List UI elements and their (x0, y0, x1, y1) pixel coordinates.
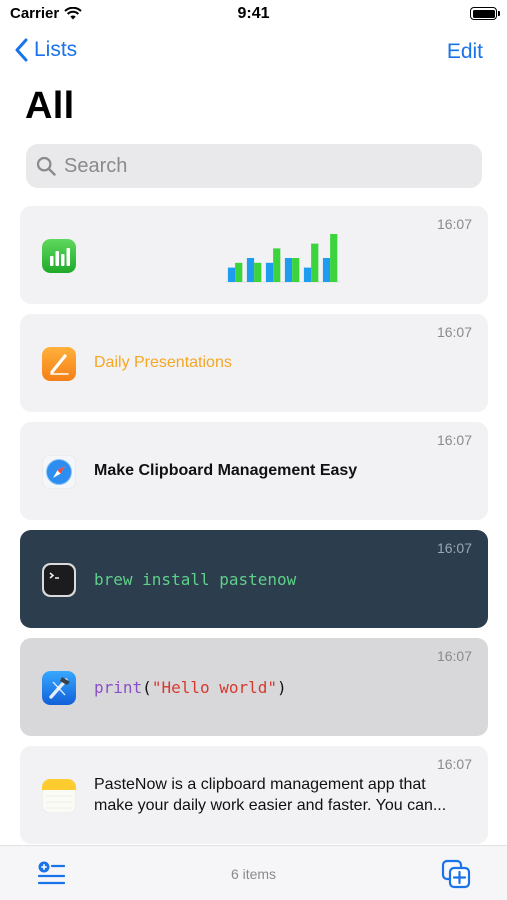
chart-bar (311, 243, 319, 282)
item-time: 16:07 (436, 216, 472, 232)
item-text: Daily Presentations (94, 354, 232, 371)
page-title: All (25, 85, 75, 127)
list-item[interactable]: 16:07 Make Clipboard Management Easy (20, 422, 488, 520)
list-item[interactable]: 16:07 Daily Presentations (20, 314, 488, 412)
item-text-line: make your daily work easier and faster. … (94, 797, 447, 814)
chart-bar (246, 258, 255, 282)
chart-thumbnail (216, 218, 344, 300)
item-content: print("Hello world") (94, 638, 468, 736)
chart-bar (322, 258, 331, 282)
notes-icon (42, 779, 76, 813)
pages-icon (42, 347, 76, 381)
chevron-left-icon (15, 38, 28, 62)
chart-bar (303, 267, 312, 282)
item-content: Make Clipboard Management Easy (94, 422, 468, 520)
clipboard-list: 16:07 16:07 Daily Presentations 16:07 Ma… (20, 206, 488, 854)
edit-button[interactable]: Edit (447, 40, 483, 64)
item-code: brew install pastenow (94, 569, 297, 589)
numbers-icon (42, 239, 76, 273)
xcode-icon (42, 671, 76, 705)
clock: 9:41 (237, 5, 270, 22)
item-code: print("Hello world") (94, 678, 287, 697)
battery-icon (470, 7, 500, 20)
chart-bar (330, 234, 338, 282)
code-keyword: print (94, 677, 143, 697)
chart-bar (273, 248, 281, 282)
item-content: Daily Presentations (94, 314, 468, 412)
item-text-line: PasteNow is a clipboard management app t… (94, 776, 426, 793)
code-paren-close: ) (277, 677, 287, 697)
list-item[interactable]: 16:07 PasteNow is a clipboard management… (20, 746, 488, 844)
search-icon (36, 156, 56, 176)
item-text: PasteNow is a clipboard management app t… (94, 774, 446, 816)
code-paren-open: ( (142, 677, 152, 697)
back-button[interactable]: Lists (14, 38, 77, 62)
bar-chart (226, 234, 340, 283)
new-item-icon[interactable] (441, 859, 471, 889)
chart-bar (265, 262, 274, 282)
safari-icon (42, 455, 76, 489)
list-item[interactable]: 16:07 brew install pastenow (20, 530, 488, 628)
chart-bar (235, 262, 243, 282)
item-content: PasteNow is a clipboard management app t… (94, 746, 468, 844)
item-content: brew install pastenow (94, 530, 468, 628)
bottom-toolbar: 6 items (0, 845, 507, 900)
item-text: Make Clipboard Management Easy (94, 462, 358, 479)
search-field[interactable]: Search (26, 144, 482, 188)
search-placeholder: Search (64, 154, 128, 177)
chart-bar (254, 262, 262, 282)
chart-bar (284, 258, 293, 282)
list-item[interactable]: 16:07 (20, 206, 488, 304)
terminal-icon (42, 563, 76, 597)
chart-bar (292, 258, 300, 282)
status-bar: Carrier 9:41 (0, 0, 507, 30)
back-label: Lists (34, 38, 78, 61)
chart-bar (227, 267, 236, 282)
item-count: 6 items (230, 866, 277, 882)
list-item[interactable]: 16:07 print("Hello world") (20, 638, 488, 736)
code-string: "Hello world" (151, 677, 278, 697)
